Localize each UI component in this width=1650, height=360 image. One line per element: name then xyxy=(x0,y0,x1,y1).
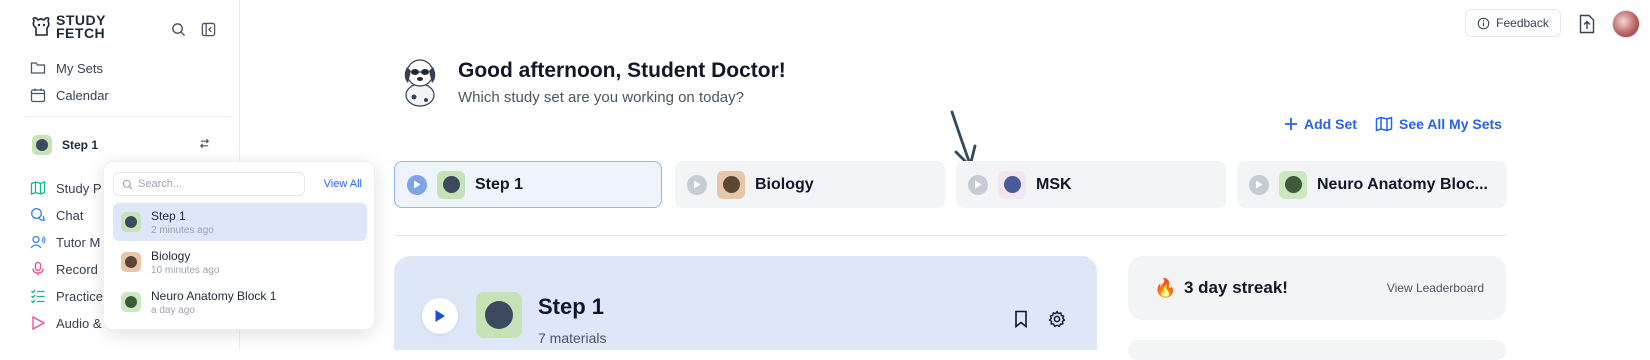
set-avatar xyxy=(121,292,141,312)
set-avatar xyxy=(32,135,52,155)
microphone-icon xyxy=(30,261,46,277)
set-card-label: Neuro Anatomy Bloc... xyxy=(1317,175,1488,193)
dropdown-search-input[interactable]: Search... xyxy=(113,172,305,196)
search-icon xyxy=(122,179,133,189)
upload-button[interactable] xyxy=(1574,11,1600,37)
add-set-label: Add Set xyxy=(1304,116,1357,132)
chat-icon xyxy=(30,207,46,223)
calendar-icon xyxy=(30,87,46,103)
collapse-sidebar-button[interactable] xyxy=(197,18,219,40)
nav-chat-label: Chat xyxy=(56,207,84,223)
current-set-label: Step 1 xyxy=(62,138,99,152)
play-icon xyxy=(435,310,445,322)
see-all-sets-button[interactable]: See All My Sets xyxy=(1375,116,1502,132)
logo-line-2: FETCH xyxy=(56,25,106,41)
nav-study-path-label: Study P xyxy=(56,180,102,196)
nav-record[interactable]: Record xyxy=(30,261,98,277)
set-avatar xyxy=(121,252,141,272)
set-card-neuro-anatomy[interactable]: Neuro Anatomy Bloc... xyxy=(1237,161,1507,208)
set-card-label: Step 1 xyxy=(475,175,524,193)
nav-tutor-me-label: Tutor M xyxy=(56,234,101,250)
bookmark-button[interactable] xyxy=(1010,308,1032,330)
add-set-button[interactable]: Add Set xyxy=(1284,116,1357,132)
play-icon[interactable] xyxy=(687,174,707,195)
set-card-msk[interactable]: MSK xyxy=(956,161,1226,208)
switch-icon xyxy=(198,137,211,153)
map-icon xyxy=(30,180,46,196)
dog-logo-icon xyxy=(32,17,50,36)
fire-icon: 🔥 xyxy=(1154,278,1177,298)
see-all-sets-label: See All My Sets xyxy=(1399,116,1502,132)
nav-record-label: Record xyxy=(56,261,98,277)
set-thumbnail xyxy=(437,170,465,199)
folder-icon xyxy=(30,60,46,76)
plus-icon xyxy=(1285,118,1297,130)
nav-practice[interactable]: Practice xyxy=(30,288,103,304)
dropdown-item-neuro-anatomy[interactable]: Neuro Anatomy Block 1 a day ago xyxy=(113,283,367,321)
featured-set-card[interactable]: Step 1 7 materials xyxy=(394,256,1097,350)
set-card-label: MSK xyxy=(1036,175,1072,193)
nav-chat[interactable]: Chat xyxy=(30,207,83,223)
dropdown-item-time: a day ago xyxy=(151,304,195,316)
feedback-label: Feedback xyxy=(1496,16,1549,30)
search-button[interactable] xyxy=(167,18,189,40)
next-card xyxy=(1128,340,1506,360)
featured-set-materials: 7 materials xyxy=(538,330,607,346)
current-set-selector[interactable]: Step 1 xyxy=(32,134,217,156)
list-icon xyxy=(30,288,46,304)
featured-play-button[interactable] xyxy=(422,298,458,334)
nav-my-sets[interactable]: My Sets xyxy=(30,60,103,76)
set-thumbnail xyxy=(998,170,1026,199)
dropdown-item-name: Step 1 xyxy=(151,208,186,223)
set-avatar xyxy=(121,212,141,232)
play-icon[interactable] xyxy=(407,174,427,195)
dropdown-item-time: 10 minutes ago xyxy=(151,264,220,276)
gear-icon xyxy=(1048,310,1066,328)
play-icon[interactable] xyxy=(1249,174,1269,195)
play-icon[interactable] xyxy=(968,174,988,195)
featured-set-title: Step 1 xyxy=(538,294,605,319)
set-card-biology[interactable]: Biology xyxy=(675,161,945,208)
feedback-button[interactable]: Feedback xyxy=(1465,9,1561,37)
set-card-label: Biology xyxy=(755,175,814,193)
nav-my-sets-label: My Sets xyxy=(56,60,103,76)
dropdown-item-biology[interactable]: Biology 10 minutes ago xyxy=(113,243,367,281)
logo[interactable]: STUDY FETCH xyxy=(30,13,106,41)
streak-text: 3 day streak! xyxy=(1184,278,1288,297)
nav-practice-label: Practice xyxy=(56,288,103,304)
bookmark-icon xyxy=(1015,310,1027,328)
view-leaderboard-link[interactable]: View Leaderboard xyxy=(1387,281,1484,295)
greeting-subtitle: Which study set are you working on today… xyxy=(458,89,744,106)
dog-mascot-icon xyxy=(404,59,436,107)
dropdown-item-step-1[interactable]: Step 1 2 minutes ago xyxy=(113,203,367,241)
user-avatar[interactable] xyxy=(1612,10,1640,38)
greeting-title: Good afternoon, Student Doctor! xyxy=(458,59,786,82)
file-upload-icon xyxy=(1579,14,1595,34)
section-divider xyxy=(395,235,1507,236)
search-icon xyxy=(171,22,185,36)
nav-tutor-me[interactable]: Tutor M xyxy=(30,234,100,250)
sidebar-divider xyxy=(26,116,231,117)
dropdown-search-placeholder: Search... xyxy=(138,178,183,190)
play-icon xyxy=(30,315,46,331)
dropdown-item-name: Neuro Anatomy Block 1 xyxy=(151,288,277,303)
view-all-link[interactable]: View All xyxy=(324,178,362,190)
nav-calendar[interactable]: Calendar xyxy=(30,87,109,103)
sidebar-collapse-icon xyxy=(201,22,215,36)
tutor-icon xyxy=(30,234,46,250)
set-thumbnail xyxy=(1279,170,1307,199)
set-switcher-dropdown: Search... View All Step 1 2 minutes ago … xyxy=(103,161,375,330)
nav-study-path[interactable]: Study P xyxy=(30,180,102,196)
settings-button[interactable] xyxy=(1046,308,1068,330)
dropdown-item-name: Biology xyxy=(151,248,191,263)
set-card-step-1[interactable]: Step 1 xyxy=(394,161,662,208)
streak-card: 🔥 3 day streak! View Leaderboard xyxy=(1128,256,1506,320)
dropdown-item-time: 2 minutes ago xyxy=(151,224,214,236)
info-icon xyxy=(1477,17,1490,29)
nav-calendar-label: Calendar xyxy=(56,87,109,103)
featured-set-thumbnail xyxy=(476,292,522,338)
map-icon xyxy=(1375,116,1393,132)
set-thumbnail xyxy=(717,170,745,199)
